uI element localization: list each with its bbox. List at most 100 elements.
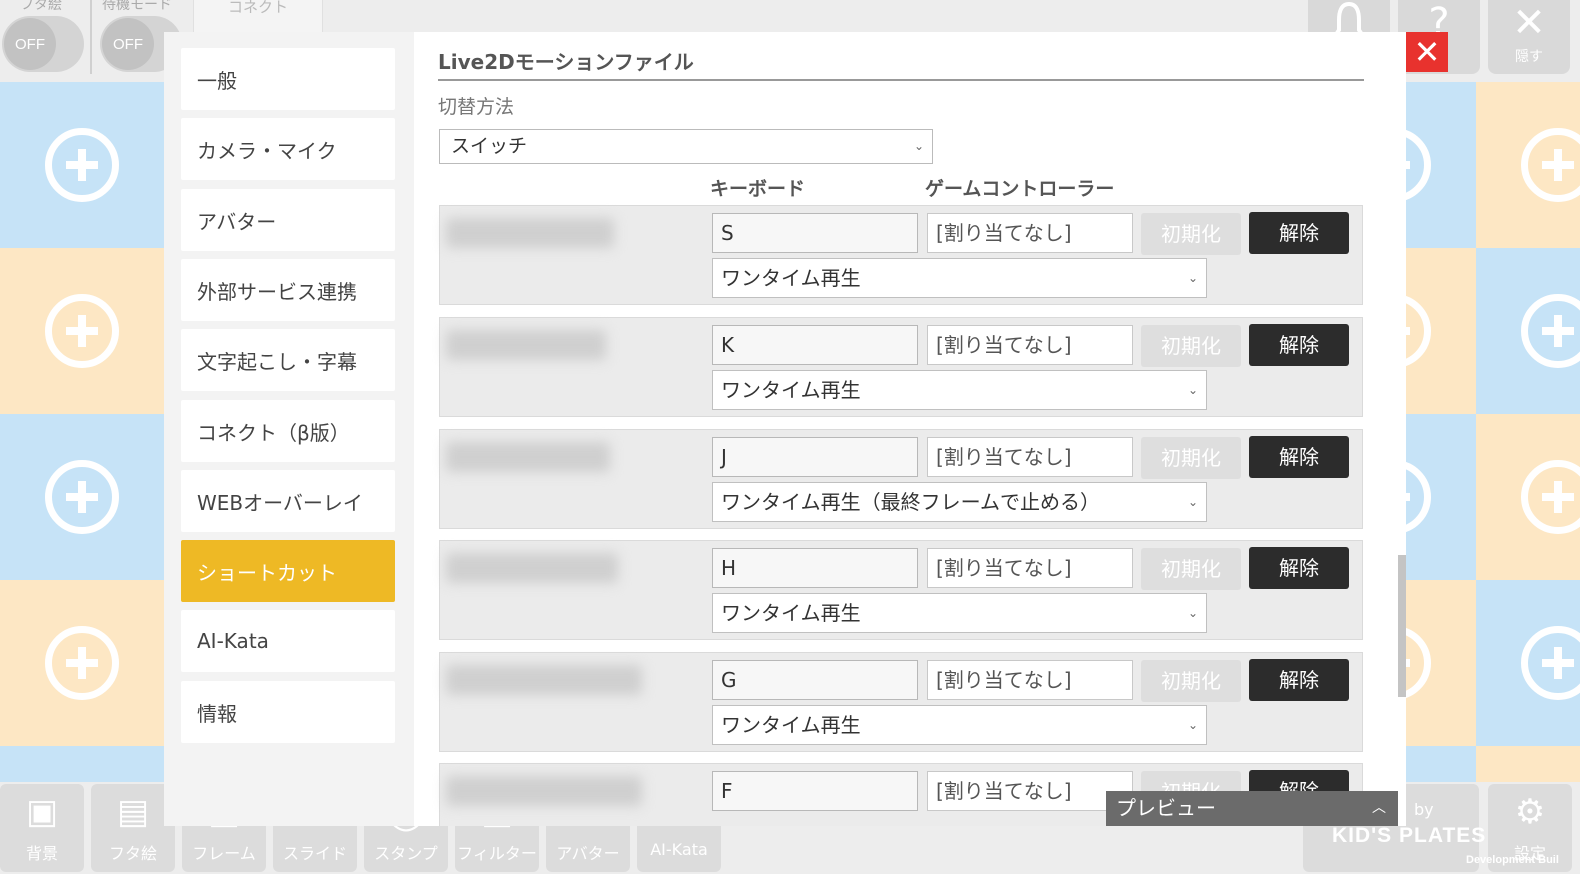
close-icon: ✕ (1413, 33, 1441, 71)
preview-label: プレビュー (1116, 796, 1216, 820)
reset-button[interactable]: 初期化 (1141, 660, 1241, 702)
bottom-button-label: アバター (556, 844, 620, 863)
controller-shortcut-input[interactable]: [割り当てなし] (927, 325, 1133, 365)
kids-plates-logo: KID'S PLATES (1332, 824, 1487, 847)
unassign-button[interactable]: 解除 (1249, 436, 1349, 478)
hide-label: 隠す (1515, 49, 1543, 65)
sidebar-item-camera-mic[interactable]: カメラ・マイク (181, 118, 395, 180)
dialog-close-button[interactable]: ✕ (1406, 32, 1448, 72)
chevron-down-icon: ⌄ (913, 139, 924, 153)
sidebar-item-info[interactable]: 情報 (181, 681, 395, 743)
unassign-button[interactable]: 解除 (1249, 324, 1349, 366)
motion-file-name (446, 442, 610, 472)
connect-tab[interactable]: コネクト (193, 0, 323, 36)
background-button[interactable]: ▣ 背景 (0, 784, 84, 872)
unassign-button[interactable]: 解除 (1249, 547, 1349, 589)
playback-mode-select[interactable]: ワンタイム再生 ⌄ (712, 258, 1207, 298)
keyboard-shortcut-input[interactable]: G (712, 660, 918, 700)
playback-mode-select[interactable]: ワンタイム再生 ⌄ (712, 370, 1207, 410)
add-icon (45, 128, 119, 202)
section-title: Live2Dモーションファイル (438, 50, 694, 74)
chevron-down-icon: ⌄ (1187, 383, 1198, 397)
switch-method-select[interactable]: スイッチ ⌄ (439, 129, 933, 164)
motion-file-name (446, 553, 618, 583)
lid-image-caption: フタ絵 (20, 0, 62, 13)
motion-file-name (446, 776, 642, 806)
sidebar-item-shortcuts[interactable]: ショートカット (181, 540, 395, 602)
controller-shortcut-input[interactable]: [割り当てなし] (927, 548, 1133, 588)
playback-mode-value: ワンタイム再生 (721, 266, 861, 290)
bottom-button-label: フィルター (457, 844, 537, 863)
playback-mode-select[interactable]: ワンタイム再生 ⌄ (712, 593, 1207, 633)
sidebar-item-connect[interactable]: コネクト（β版） (181, 400, 395, 462)
scene-tile[interactable] (1476, 82, 1580, 248)
preview-toggle-bar[interactable]: プレビュー ︿ (1106, 791, 1398, 826)
add-icon (45, 294, 119, 368)
motion-file-name (446, 665, 642, 695)
unassign-button[interactable]: 解除 (1249, 212, 1349, 254)
keyboard-shortcut-input[interactable]: S (712, 213, 918, 253)
keyboard-column-header: キーボード (710, 178, 806, 200)
sidebar-item-ai-kata[interactable]: AI-Kata (181, 610, 395, 672)
image-icon: ▣ (25, 792, 59, 832)
scene-tile[interactable] (1476, 580, 1580, 746)
playback-mode-select[interactable]: ワンタイム再生（最終フレームで止める） ⌄ (712, 482, 1207, 522)
shortcut-settings-content: Live2Dモーションファイル 切替方法 スイッチ ⌄ キーボード ゲームコント… (438, 32, 1364, 826)
lid-image-toggle[interactable]: OFF (2, 16, 84, 72)
unassign-button[interactable]: 解除 (1249, 659, 1349, 701)
reset-button[interactable]: 初期化 (1141, 213, 1241, 255)
scene-tile[interactable] (0, 248, 164, 414)
scene-tile[interactable] (0, 414, 164, 580)
scene-tile[interactable] (0, 580, 164, 746)
keyboard-shortcut-input[interactable]: H (712, 548, 918, 588)
sidebar-item-avatar[interactable]: アバター (181, 189, 395, 251)
close-icon: ✕ (1512, 0, 1546, 46)
bottom-button-label: AI-Kata (650, 840, 708, 859)
lid-image-button[interactable]: ▤ フタ絵 (91, 784, 175, 872)
scene-tile[interactable] (1476, 414, 1580, 580)
scene-tile[interactable] (1476, 248, 1580, 414)
sidebar-item-transcription[interactable]: 文字起こし・字幕 (181, 329, 395, 391)
reset-button[interactable]: 初期化 (1141, 437, 1241, 479)
gear-icon: ⚙ (1514, 792, 1546, 832)
playback-mode-select[interactable]: ワンタイム再生 ⌄ (712, 705, 1207, 745)
chevron-down-icon: ⌄ (1187, 718, 1198, 732)
switch-method-label: 切替方法 (438, 96, 515, 118)
playback-mode-value: ワンタイム再生 (721, 378, 861, 402)
motion-shortcut-row: G [割り当てなし] 初期化 解除 ワンタイム再生 ⌄ (439, 652, 1363, 752)
dialog-scrollbar[interactable] (1398, 555, 1406, 697)
chevron-up-icon: ︿ (1372, 800, 1386, 816)
chevron-down-icon: ⌄ (1187, 271, 1198, 285)
controller-shortcut-input[interactable]: [割り当てなし] (927, 213, 1133, 253)
reset-button[interactable]: 初期化 (1141, 548, 1241, 590)
motion-shortcut-row: K [割り当てなし] 初期化 解除 ワンタイム再生 ⌄ (439, 317, 1363, 417)
toggle-knob: OFF (4, 18, 56, 70)
toolbar-divider (90, 0, 92, 74)
playback-mode-value: ワンタイム再生 (721, 601, 861, 625)
scene-tile[interactable] (0, 82, 164, 248)
reset-button[interactable]: 初期化 (1141, 325, 1241, 367)
playback-mode-value: ワンタイム再生 (721, 713, 861, 737)
sidebar-item-web-overlay[interactable]: WEBオーバーレイ (181, 470, 395, 532)
settings-dialog: 一般 カメラ・マイク アバター 外部サービス連携 文字起こし・字幕 コネクト（β… (164, 32, 1406, 826)
motion-file-name (446, 330, 606, 360)
add-icon (45, 626, 119, 700)
hide-button[interactable]: ✕ 隠す (1488, 0, 1570, 74)
lid-image-toggle-group: フタ絵 OFF (0, 0, 90, 78)
keyboard-shortcut-input[interactable]: K (712, 325, 918, 365)
controller-shortcut-input[interactable]: [割り当てなし] (927, 660, 1133, 700)
sidebar-item-external-services[interactable]: 外部サービス連携 (181, 259, 395, 321)
bottom-button-label: スライド (282, 844, 347, 863)
development-build-watermark: Development Buil (1466, 854, 1559, 866)
controller-shortcut-input[interactable]: [割り当てなし] (927, 437, 1133, 477)
bottom-button-label: フレーム (192, 844, 256, 863)
settings-sidebar: 一般 カメラ・マイク アバター 外部サービス連携 文字起こし・字幕 コネクト（β… (164, 32, 414, 826)
picture-frame-icon: ▤ (116, 792, 150, 832)
motion-file-name (446, 218, 614, 248)
keyboard-shortcut-input[interactable]: F (712, 771, 918, 811)
motion-shortcut-row: H [割り当てなし] 初期化 解除 ワンタイム再生 ⌄ (439, 540, 1363, 640)
add-icon (1521, 460, 1580, 534)
keyboard-shortcut-input[interactable]: J (712, 437, 918, 477)
sidebar-item-general[interactable]: 一般 (181, 48, 395, 110)
controller-shortcut-input[interactable]: [割り当てなし] (927, 771, 1133, 811)
